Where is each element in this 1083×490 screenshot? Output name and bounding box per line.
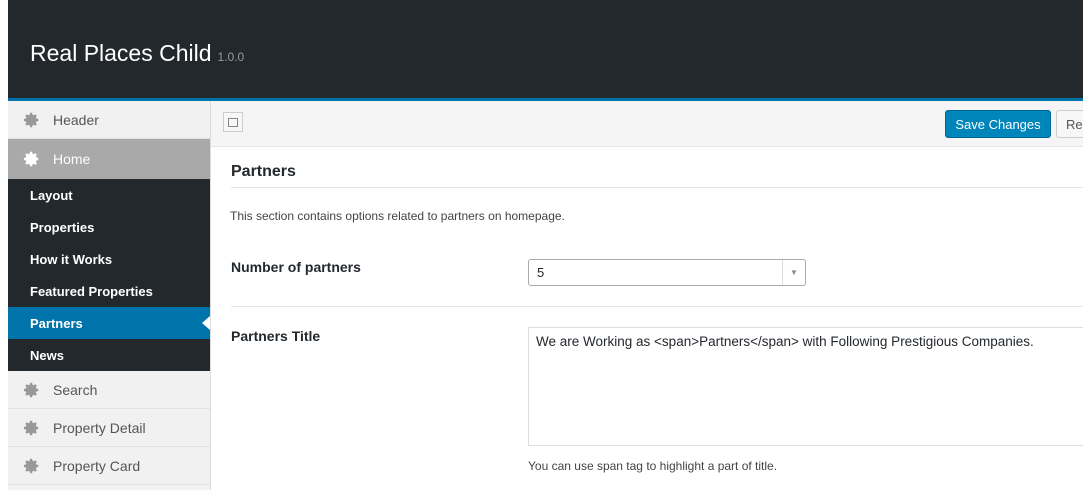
app-header: Real Places Child 1.0.0	[8, 0, 1083, 101]
sidebar-section-label: Property Card	[53, 457, 141, 474]
sidebar-item-news[interactable]: News	[8, 339, 210, 371]
number-of-partners-select[interactable]: 5 ▼	[528, 259, 806, 286]
theme-version: 1.0.0	[217, 50, 245, 64]
home-submenu: Layout Properties How it Works Featured …	[8, 179, 210, 371]
partners-title-help: You can use span tag to highlight a part…	[528, 459, 778, 473]
save-changes-button[interactable]: Save Changes	[945, 110, 1051, 138]
options-sidebar: Header Home Layout Properties How it Wor…	[8, 101, 211, 490]
theme-name: Real Places Child	[30, 40, 212, 66]
sidebar-item-properties[interactable]: Properties	[8, 211, 210, 243]
sidebar-section-search[interactable]: Search	[8, 371, 210, 409]
sidebar-section-header[interactable]: Header	[8, 101, 210, 139]
options-content: Partners This section contains options r…	[211, 146, 1083, 490]
divider	[231, 187, 1083, 188]
sidebar-section-property-card[interactable]: Property Card	[8, 447, 210, 485]
chevron-down-icon: ▼	[782, 260, 805, 285]
app-title: Real Places Child 1.0.0	[30, 40, 244, 67]
sidebar-section-label: Home	[53, 151, 91, 167]
panel-icon	[228, 117, 238, 127]
gear-icon	[23, 420, 39, 435]
partners-title-label: Partners Title	[231, 328, 321, 344]
divider	[231, 306, 1083, 307]
gear-icon	[23, 112, 39, 127]
reset-button[interactable]: Res	[1056, 110, 1083, 138]
sidebar-item-layout[interactable]: Layout	[8, 179, 210, 211]
expand-toggle-button[interactable]	[223, 112, 243, 132]
partners-title-textarea[interactable]: We are Working as <span>Partners</span> …	[528, 327, 1083, 446]
select-value: 5	[537, 265, 545, 280]
gear-icon	[23, 382, 39, 397]
sidebar-section-label: Property Detail	[53, 419, 146, 436]
number-of-partners-label: Number of partners	[231, 259, 361, 275]
sidebar-section-label: Header	[53, 111, 99, 128]
options-toolbar: Save Changes Res	[211, 101, 1083, 147]
sidebar-item-partners[interactable]: Partners	[8, 307, 210, 339]
gear-icon	[23, 151, 39, 167]
sidebar-section-home[interactable]: Home	[8, 139, 210, 179]
sidebar-section-property-detail[interactable]: Property Detail	[8, 409, 210, 447]
sidebar-section-label: Search	[53, 381, 98, 398]
sidebar-item-featured-properties[interactable]: Featured Properties	[8, 275, 210, 307]
section-title: Partners	[231, 163, 296, 180]
gear-icon	[23, 458, 39, 473]
section-description: This section contains options related to…	[230, 209, 565, 223]
sidebar-item-how-it-works[interactable]: How it Works	[8, 243, 210, 275]
